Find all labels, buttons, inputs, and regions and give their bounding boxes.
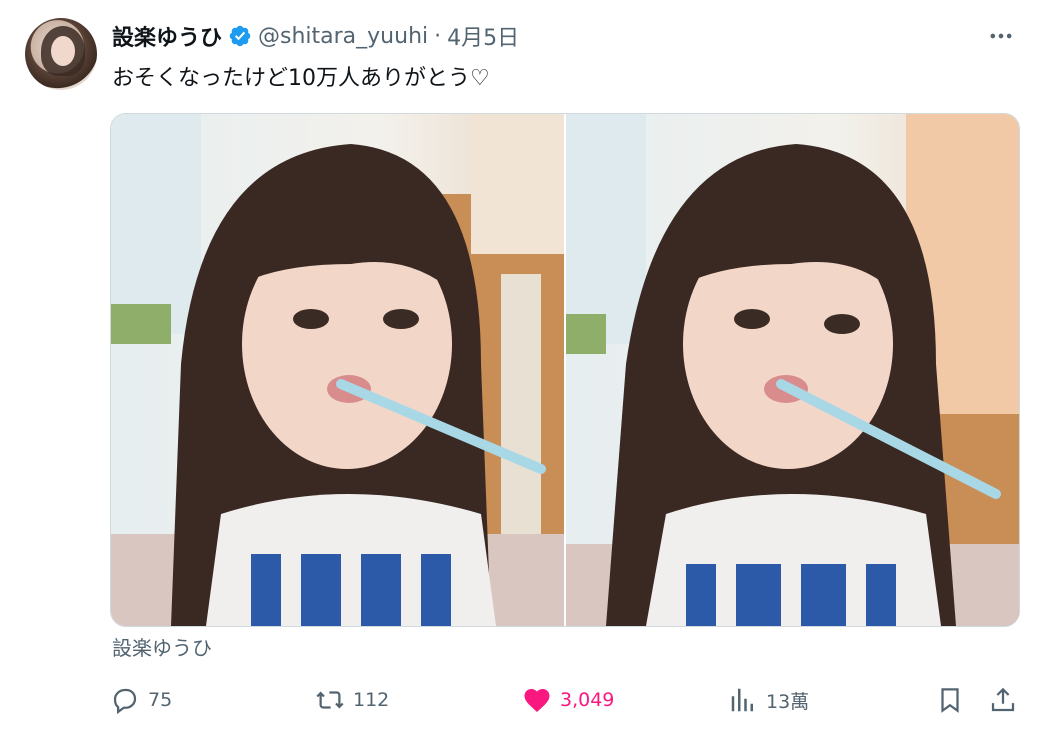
reply-count: 75	[148, 689, 173, 711]
share-icon	[991, 687, 1015, 712]
retweet-count: 112	[353, 689, 390, 711]
bookmark-button[interactable]	[935, 680, 965, 720]
more-icon[interactable]	[983, 22, 1019, 50]
reply-button[interactable]: 75	[110, 680, 172, 720]
like-button[interactable]: 3,049	[522, 680, 614, 720]
views-icon	[731, 688, 753, 712]
retweet-icon	[316, 691, 344, 709]
avatar[interactable]	[25, 18, 97, 90]
separator: ·	[434, 23, 442, 49]
bookmark-icon	[941, 688, 959, 713]
display-name[interactable]: 設楽ゆうひ	[112, 20, 222, 52]
tweet-text: おそくなったけど10万人ありがとう♡	[112, 66, 490, 91]
tweet-header: 設楽ゆうひ @shitara_yuuhi · 4月5日	[112, 20, 519, 52]
views-count: 13萬	[766, 690, 810, 713]
reply-icon	[113, 688, 137, 715]
tweet-date[interactable]: 4月5日	[447, 20, 519, 52]
views-button[interactable]: 13萬	[728, 680, 809, 720]
action-bar: 75 112 3,049 13萬	[110, 680, 1020, 720]
retweet-button[interactable]: 112	[315, 680, 389, 720]
verified-badge-icon[interactable]	[228, 24, 252, 48]
heart-icon	[524, 689, 550, 712]
avatar-face	[51, 36, 75, 66]
photo-1[interactable]	[111, 114, 564, 626]
handle[interactable]: @shitara_yuuhi	[258, 24, 428, 49]
media-caption: 設楽ゆうひ	[112, 636, 212, 660]
like-count: 3,049	[560, 689, 615, 711]
share-button[interactable]	[988, 680, 1018, 720]
media-grid	[110, 113, 1020, 627]
photo-2[interactable]	[566, 114, 1019, 626]
